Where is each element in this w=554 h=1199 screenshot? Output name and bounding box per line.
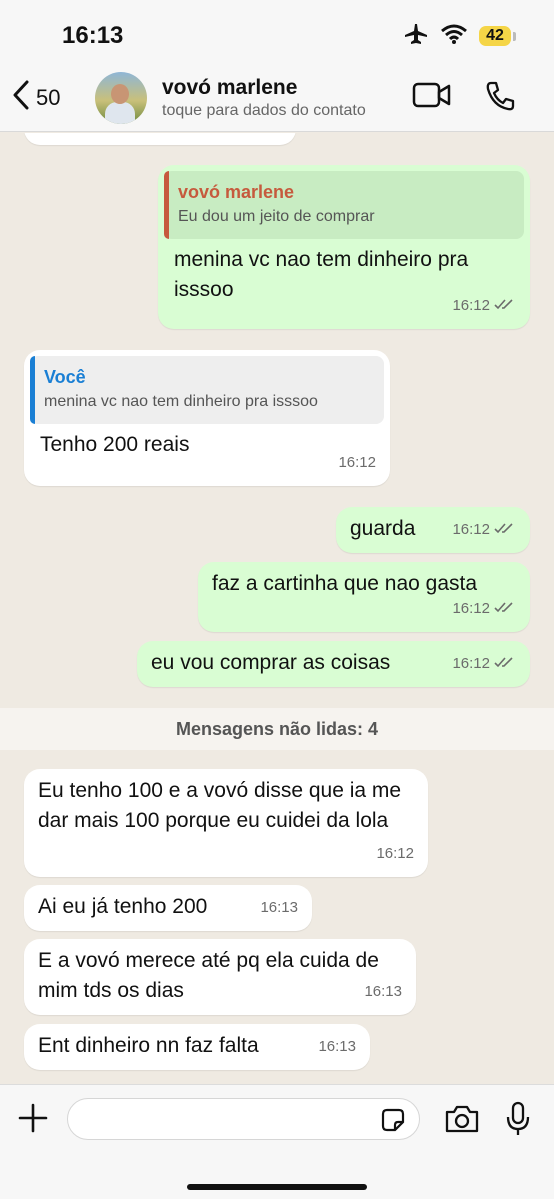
status-icons: 42	[403, 22, 516, 50]
message-text: Eu tenho 100 e a vovó disse que ia me da…	[38, 779, 402, 832]
message-text: guarda	[350, 517, 416, 540]
message-text: menina vc nao tem dinheiro pra isssoo	[174, 248, 469, 301]
sticker-icon[interactable]	[381, 1108, 405, 1137]
message-meta: 16:12	[452, 515, 516, 545]
video-camera-icon[interactable]	[412, 80, 452, 115]
quoted-text: Eu dou um jeito de comprar	[178, 208, 375, 225]
double-check-icon	[494, 291, 516, 321]
chevron-left-icon	[12, 80, 30, 115]
battery-level: 42	[479, 26, 511, 46]
message-time: 16:12	[452, 297, 490, 314]
top-bar: 16:13 42 50 vovó marlene toque para dado…	[0, 0, 554, 132]
message-text: Ai eu já tenho 200	[38, 895, 208, 918]
message-meta: 16:13	[260, 893, 298, 923]
contact-name[interactable]: vovó marlene	[162, 76, 297, 100]
microphone-icon[interactable]	[506, 1101, 530, 1142]
contact-avatar[interactable]	[95, 72, 147, 124]
double-check-icon	[494, 649, 516, 679]
message-partial[interactable]: 16:12	[24, 133, 296, 145]
contact-subtitle[interactable]: toque para dados do contato	[162, 102, 366, 120]
message-time: 16:12	[338, 454, 376, 471]
message-time: 16:12	[452, 600, 490, 617]
message-time: 16:13	[364, 983, 402, 1000]
message-meta: 16:13	[364, 977, 402, 1007]
quoted-message[interactable]: vovó marlene Eu dou um jeito de comprar	[164, 171, 524, 239]
phone-icon[interactable]	[484, 80, 516, 117]
unread-divider: Mensagens não lidas: 4	[0, 708, 554, 750]
message-outgoing[interactable]: guarda 16:12	[336, 507, 530, 553]
message-time: 16:13	[260, 899, 298, 916]
message-time: 16:12	[244, 133, 282, 141]
message-text: faz a cartinha que nao gasta	[212, 572, 478, 595]
message-text: eu vou comprar as coisas	[151, 651, 391, 674]
message-incoming[interactable]: E a vovó merece até pq ela cuida de mim …	[24, 939, 416, 1015]
quoted-sender: vovó marlene	[178, 182, 295, 202]
unread-chats-count: 50	[36, 84, 61, 110]
message-time: 16:12	[376, 845, 414, 862]
message-time: 16:12	[452, 521, 490, 538]
status-time: 16:13	[62, 22, 124, 49]
double-check-icon	[494, 594, 516, 624]
message-meta: 16:12	[338, 448, 376, 478]
back-button[interactable]: 50	[12, 80, 60, 115]
chat-area[interactable]: 16:12 vovó marlene Eu dou um jeito de co…	[0, 133, 554, 1084]
double-check-icon	[494, 515, 516, 545]
message-text: E a vovó merece até pq ela cuida de mim …	[38, 949, 379, 1002]
quoted-message[interactable]: Você menina vc nao tem dinheiro pra isss…	[30, 356, 384, 424]
message-incoming[interactable]: Ent dinheiro nn faz falta 16:13	[24, 1024, 370, 1070]
message-meta: 16:13	[318, 1032, 356, 1062]
message-incoming[interactable]: Você menina vc nao tem dinheiro pra isss…	[24, 350, 390, 486]
message-incoming[interactable]: Eu tenho 100 e a vovó disse que ia me da…	[24, 769, 428, 877]
message-input[interactable]	[67, 1098, 420, 1140]
quoted-sender: Você	[44, 367, 86, 387]
airplane-icon	[403, 23, 429, 50]
plus-icon[interactable]	[18, 1103, 48, 1138]
message-outgoing[interactable]: vovó marlene Eu dou um jeito de comprar …	[158, 165, 530, 329]
home-indicator	[187, 1184, 367, 1190]
wifi-icon	[441, 24, 467, 49]
message-meta: 16:12	[376, 839, 414, 869]
message-time: 16:13	[318, 1038, 356, 1055]
avatar-face	[111, 84, 129, 104]
message-meta: 16:12	[452, 649, 516, 679]
camera-icon[interactable]	[444, 1105, 480, 1138]
input-bar	[0, 1084, 554, 1199]
message-time: 16:12	[452, 655, 490, 672]
avatar-body	[105, 102, 135, 124]
message-meta: 16:12	[452, 291, 516, 321]
message-text: Tenho 200 reais	[40, 433, 190, 456]
message-outgoing[interactable]: faz a cartinha que nao gasta 16:12	[198, 562, 530, 632]
message-text: Ent dinheiro nn faz falta	[38, 1034, 259, 1057]
message-meta: 16:12	[452, 594, 516, 624]
quoted-text: menina vc nao tem dinheiro pra isssoo	[44, 393, 318, 410]
message-outgoing[interactable]: eu vou comprar as coisas 16:12	[137, 641, 530, 687]
message-incoming[interactable]: Ai eu já tenho 200 16:13	[24, 885, 312, 931]
battery-icon	[513, 31, 516, 41]
